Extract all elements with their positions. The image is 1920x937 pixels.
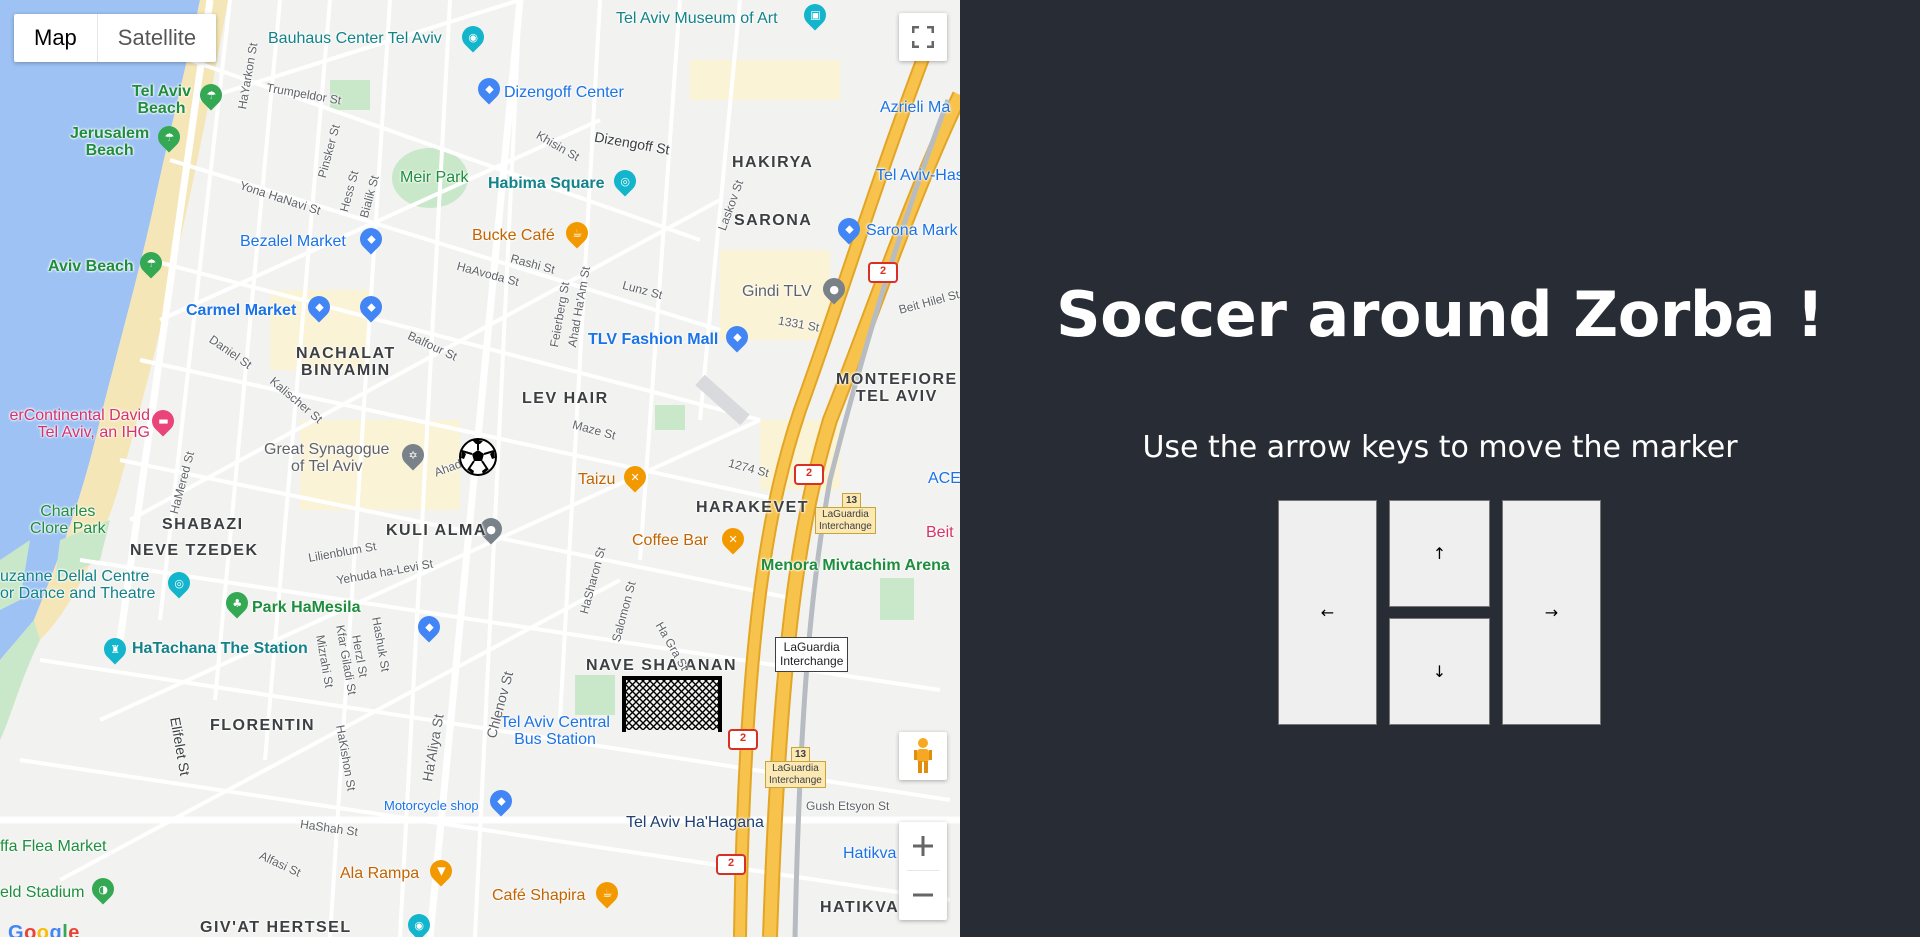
- map-label-florentin[interactable]: FLORENTIN: [210, 717, 315, 735]
- map-label-jerusalem-beach[interactable]: Jerusalem Beach: [70, 125, 149, 160]
- fullscreen-icon: [912, 26, 934, 48]
- laguardia-tag: LaGuardia Interchange: [815, 507, 876, 534]
- map-label-hatachana[interactable]: HaTachana The Station: [132, 640, 308, 658]
- street-view-button[interactable]: [899, 732, 947, 780]
- map-label-nave-shaanan[interactable]: NAVE SHA'ANAN: [586, 657, 737, 675]
- map-label-azrieli[interactable]: Azrieli Ma: [880, 99, 950, 117]
- pegman-icon: [914, 738, 932, 773]
- move-left-button[interactable]: ←: [1278, 500, 1377, 725]
- map-label-nachalat-binyamin[interactable]: NACHALAT BINYAMIN: [296, 345, 396, 380]
- map-label-tel-aviv-beach[interactable]: Tel Aviv Beach: [132, 83, 191, 118]
- map-label-bloomfield[interactable]: eld Stadium: [0, 884, 85, 902]
- map-label-beit[interactable]: Beit: [926, 524, 954, 542]
- map-label-givat-hertsel[interactable]: GIV'AT HERTSEL: [200, 919, 352, 937]
- map-label-montefiore[interactable]: MONTEFIORE TEL AVIV: [836, 371, 958, 406]
- map-label-kuli-alma[interactable]: KULI ALMA: [386, 522, 487, 540]
- arrow-left-icon: ←: [1320, 603, 1335, 622]
- map-label-bezalel-market[interactable]: Bezalel Market: [240, 233, 346, 251]
- map-label-motorcycle-shop[interactable]: Motorcycle shop: [384, 799, 479, 813]
- minus-icon: [913, 893, 933, 897]
- map-label-habima[interactable]: Habima Square: [488, 175, 604, 193]
- soccer-ball-marker[interactable]: [458, 437, 498, 477]
- map-label-sarona-market[interactable]: Sarona Mark: [866, 222, 958, 240]
- instructions-text: Use the arrow keys to move the marker: [1142, 430, 1738, 465]
- laguardia-tag: LaGuardia Interchange: [765, 761, 826, 788]
- map-label-aviv-beach[interactable]: Aviv Beach: [48, 258, 134, 276]
- fullscreen-button[interactable]: [899, 13, 947, 61]
- route-2-shield: 2: [716, 854, 746, 875]
- map-label-intercontinental[interactable]: erContinental David Tel Aviv, an IHG: [0, 407, 150, 442]
- map-label-menora[interactable]: Menora Mivtachim Arena: [761, 557, 950, 575]
- map-label-dizengoff-center[interactable]: Dizengoff Center: [504, 84, 624, 102]
- zoom-in-button[interactable]: [899, 822, 947, 870]
- map-label-lev-hair[interactable]: LEV HAIR: [522, 390, 609, 408]
- goal-net-marker[interactable]: [622, 674, 722, 734]
- zoom-out-button[interactable]: [899, 871, 947, 919]
- route-2-shield: 2: [794, 464, 824, 485]
- map-label-tlv-fashion-mall[interactable]: TLV Fashion Mall: [588, 331, 718, 349]
- map-label-coffee-bar[interactable]: Coffee Bar: [632, 532, 708, 550]
- google-logo[interactable]: Google: [8, 922, 80, 937]
- street-label: Gush Etsyon St: [806, 799, 890, 813]
- plus-icon: [913, 836, 933, 856]
- map-label-park-hamesila[interactable]: Park HaMesila: [252, 599, 361, 617]
- map-label-bauhaus[interactable]: Bauhaus Center Tel Aviv: [268, 30, 442, 48]
- map-label-gindi-tlv[interactable]: Gindi TLV: [742, 283, 812, 301]
- map-label-tel-aviv-has[interactable]: Tel Aviv-Has: [876, 167, 960, 185]
- map-label-central-bus[interactable]: Tel Aviv Central Bus Station: [500, 714, 610, 749]
- map-label-shabazi[interactable]: SHABAZI: [162, 516, 244, 534]
- page-title: Soccer around Zorba !: [1056, 278, 1824, 351]
- map-label-sarona[interactable]: SARONA: [734, 212, 812, 230]
- map-label-carmel-market[interactable]: Carmel Market: [186, 302, 296, 320]
- map-label-ala-rampa[interactable]: Ala Rampa: [340, 865, 419, 883]
- map-type-control: Map Satellite: [14, 14, 217, 62]
- map-label-bucke-cafe[interactable]: Bucke Café: [472, 227, 555, 245]
- map-label-charles-clore[interactable]: Charles Clore Park: [30, 503, 106, 538]
- map-label-suzanne-dellal[interactable]: uzanne Dellal Centre or Dance and Theatr…: [0, 568, 155, 603]
- arrow-right-icon: →: [1544, 603, 1559, 622]
- laguardia-interchange-label: LaGuardia Interchange: [775, 637, 849, 672]
- map-type-map-button[interactable]: Map: [14, 14, 98, 62]
- app: 2 2 2 2 13 LaGuardia Interchange 13 LaGu…: [0, 0, 1920, 937]
- map-label-hatikva[interactable]: HATIKVA: [820, 899, 899, 917]
- map-label-hakirya[interactable]: HAKIRYA: [732, 154, 813, 172]
- move-down-button[interactable]: ↓: [1389, 618, 1490, 725]
- map-label-cafe-shapira[interactable]: Café Shapira: [492, 887, 585, 905]
- map-type-satellite-button[interactable]: Satellite: [98, 14, 216, 62]
- map-label-jaffa-flea[interactable]: ffa Flea Market: [0, 838, 106, 856]
- arrow-down-icon: ↓: [1432, 662, 1447, 681]
- map-label-museum[interactable]: Tel Aviv Museum of Art: [616, 10, 778, 28]
- route-2-shield: 2: [868, 262, 898, 283]
- move-right-button[interactable]: →: [1502, 500, 1601, 725]
- map-label-taizu[interactable]: Taizu: [578, 471, 615, 489]
- map-label-meir-park[interactable]: Meir Park: [400, 169, 468, 187]
- route-2-shield: 2: [728, 729, 758, 750]
- map-label-ace[interactable]: ACE: [928, 470, 960, 488]
- map-view[interactable]: 2 2 2 2 13 LaGuardia Interchange 13 LaGu…: [0, 0, 960, 937]
- map-label-great-synagogue[interactable]: Great Synagogue of Tel Aviv: [264, 441, 389, 476]
- move-up-button[interactable]: ↑: [1389, 500, 1490, 607]
- map-label-tel-aviv-hahagana[interactable]: Tel Aviv Ha'Hagana: [626, 814, 764, 832]
- map-label-harakevet[interactable]: HARAKEVET: [696, 499, 809, 517]
- zoom-control: [899, 822, 947, 920]
- arrow-up-icon: ↑: [1432, 544, 1447, 563]
- map-label-neve-tzedek[interactable]: NEVE TZEDEK: [130, 542, 259, 560]
- game-panel: Soccer around Zorba ! Use the arrow keys…: [960, 0, 1920, 937]
